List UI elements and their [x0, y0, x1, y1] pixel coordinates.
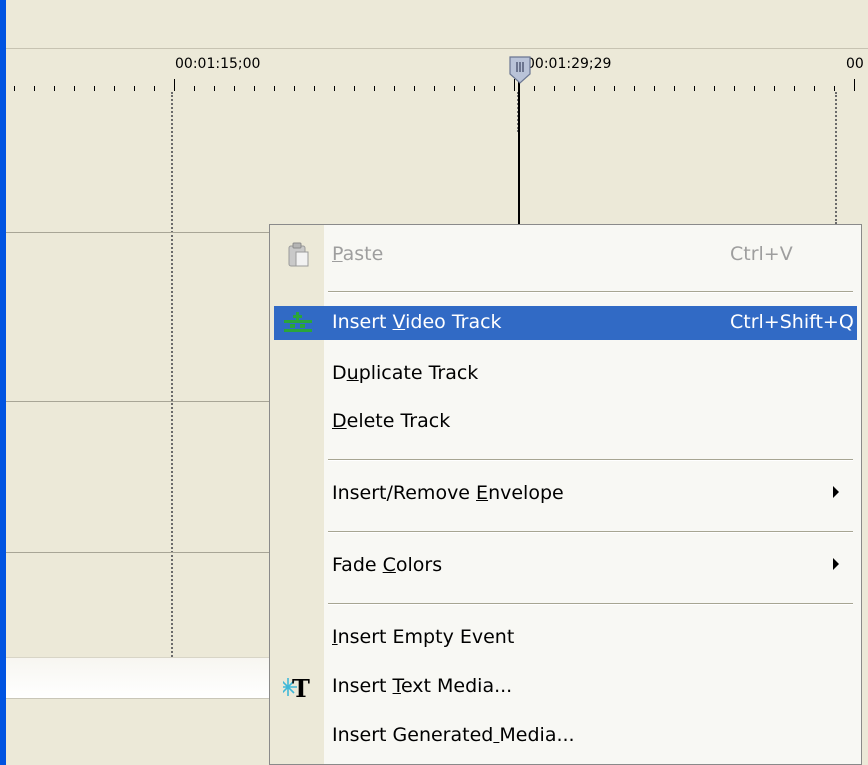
ruler-tick — [414, 86, 415, 91]
menu-item-label: Insert Empty Event — [332, 626, 515, 648]
menu-item-label: Insert Text Media... — [332, 675, 513, 697]
paste-icon — [288, 242, 309, 267]
ruler-tick — [74, 86, 75, 91]
ruler-tick — [834, 86, 835, 91]
ruler-tick — [294, 86, 295, 91]
ruler-tick — [34, 86, 35, 91]
ruler-tick — [454, 86, 455, 91]
ruler-tick — [54, 86, 55, 91]
ruler-tick — [194, 86, 195, 91]
ruler-tick — [474, 86, 475, 91]
ruler-tick — [374, 86, 375, 91]
track-divider — [6, 401, 296, 402]
track-divider — [6, 232, 296, 233]
ruler-tick — [274, 86, 275, 91]
ruler-tick — [394, 86, 395, 91]
menu-item-shortcut: Ctrl+V — [730, 243, 793, 265]
ruler-tick — [594, 86, 595, 91]
text-media-icon: T — [283, 674, 310, 702]
ruler-tick — [234, 86, 235, 91]
menu-item-insert-generated-media[interactable]: Insert Generated Media... — [274, 719, 857, 753]
ruler-tick — [114, 86, 115, 91]
menu-item-duplicate-track[interactable]: Duplicate Track — [274, 357, 857, 391]
menu-separator — [328, 291, 853, 293]
ruler-tick — [254, 86, 255, 91]
ruler-label: 00 — [846, 56, 864, 72]
ruler-major-tick — [174, 79, 175, 91]
ruler-tick — [554, 86, 555, 91]
track-divider — [6, 552, 296, 553]
ruler-tick — [434, 86, 435, 91]
time-ruler[interactable]: 00:01:15;00 00:01:29;29 00 — [6, 49, 868, 93]
ruler-tick — [734, 86, 735, 91]
menu-item-label: Insert Generated Media... — [332, 724, 575, 746]
menu-item-label: Fade Colors — [332, 554, 443, 576]
playhead-marker-icon[interactable] — [509, 56, 531, 84]
ruler-major-tick — [854, 79, 855, 91]
menu-item-insert-remove-envelope[interactable]: Insert/Remove Envelope — [274, 477, 857, 511]
ruler-label: 00:01:29;29 — [526, 56, 612, 72]
insert-track-icon — [284, 312, 312, 332]
timeline-header — [6, 0, 868, 49]
ruler-tick — [14, 86, 15, 91]
ruler-tick — [814, 86, 815, 91]
ruler-tick — [614, 86, 615, 91]
ruler-tick — [654, 86, 655, 91]
menu-item-label: Duplicate Track — [332, 362, 479, 384]
submenu-arrow-icon — [833, 486, 839, 498]
menu-item-fade-colors[interactable]: Fade Colors — [274, 549, 857, 583]
menu-item-insert-empty-event[interactable]: Insert Empty Event — [274, 621, 857, 655]
menu-item-label: Paste — [332, 243, 384, 265]
menu-item-insert-text-media[interactable]: T Insert Text Media... — [274, 670, 857, 704]
ruler-tick — [134, 86, 135, 91]
grid-line — [835, 92, 837, 224]
ruler-tick — [314, 86, 315, 91]
menu-item-insert-video-track[interactable]: Insert Video Track Ctrl+Shift+Q — [274, 306, 857, 340]
ruler-tick — [494, 86, 495, 91]
menu-item-paste[interactable]: Paste Ctrl+V — [274, 238, 857, 272]
menu-item-label: Insert Video Track — [332, 311, 502, 333]
ruler-label: 00:01:15;00 — [175, 56, 261, 72]
ruler-tick — [534, 86, 535, 91]
playhead-line — [518, 82, 520, 230]
menu-separator — [328, 603, 853, 605]
ruler-tick — [354, 86, 355, 91]
menu-separator — [328, 459, 853, 461]
menu-item-label: Delete Track — [332, 410, 451, 432]
menu-separator — [328, 531, 853, 533]
ruler-tick — [154, 86, 155, 91]
ruler-tick — [334, 86, 335, 91]
menu-item-delete-track[interactable]: Delete Track — [274, 405, 857, 439]
ruler-tick — [574, 86, 575, 91]
menu-item-label: Insert/Remove Envelope — [332, 482, 564, 504]
submenu-arrow-icon — [833, 558, 839, 570]
scroll-region — [6, 657, 281, 699]
ruler-tick — [774, 86, 775, 91]
context-menu: Paste Ctrl+V Insert Video Track Ctrl+Shi… — [269, 224, 862, 765]
ruler-tick — [634, 86, 635, 91]
ruler-tick — [794, 86, 795, 91]
ruler-tick — [694, 86, 695, 91]
ruler-tick — [754, 86, 755, 91]
svg-text:T: T — [292, 674, 310, 702]
ruler-tick — [714, 86, 715, 91]
grid-line — [171, 92, 173, 657]
ruler-tick — [94, 86, 95, 91]
ruler-tick — [214, 86, 215, 91]
menu-item-shortcut: Ctrl+Shift+Q — [730, 311, 854, 333]
ruler-tick — [674, 86, 675, 91]
